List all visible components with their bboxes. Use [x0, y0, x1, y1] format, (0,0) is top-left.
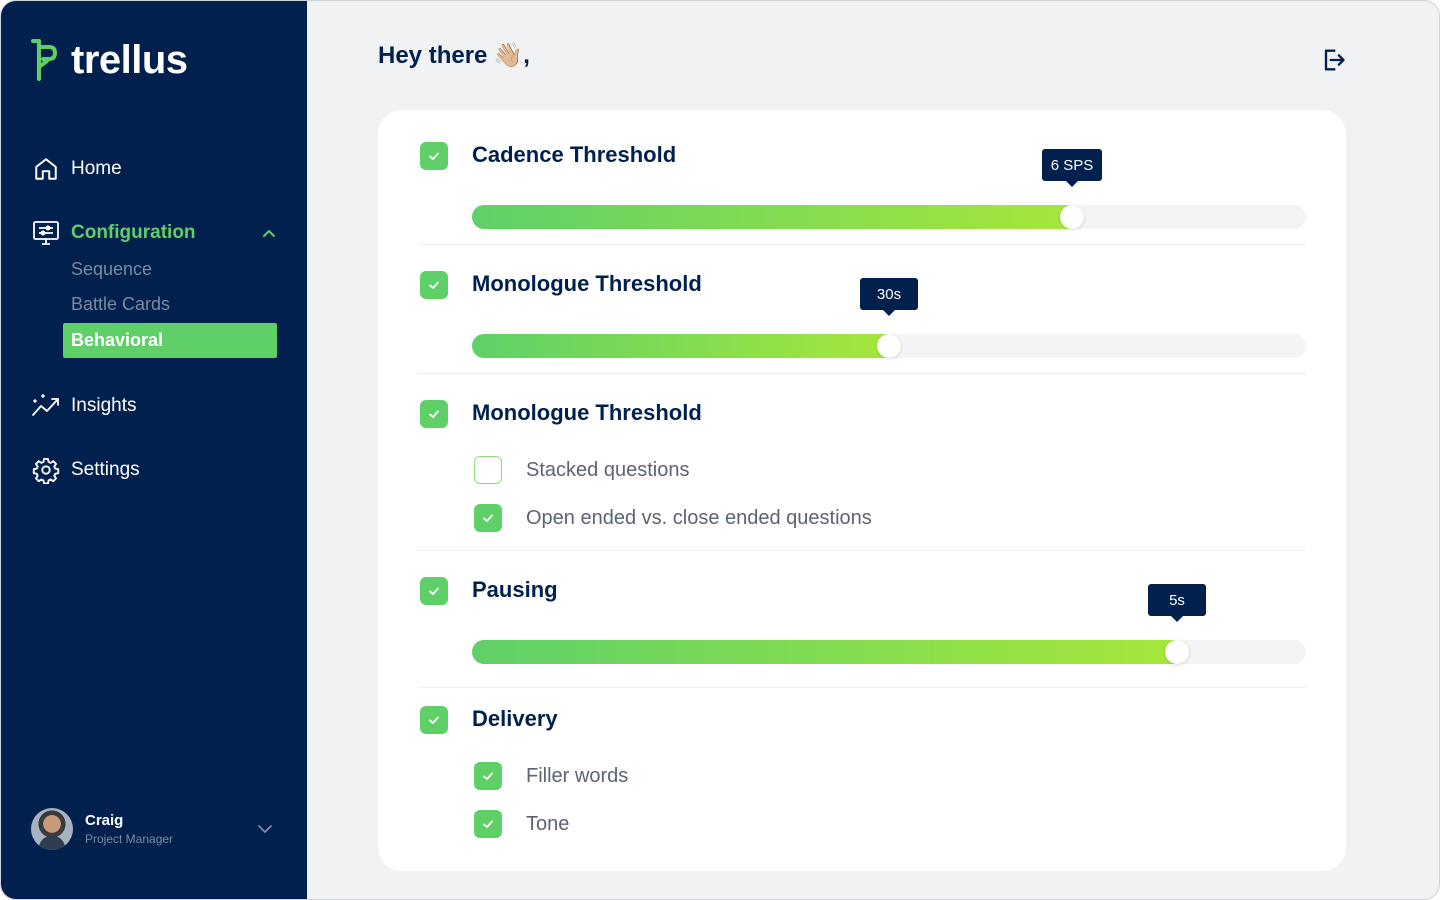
section-title: Monologue Threshold [472, 400, 702, 425]
slider-thumb[interactable] [877, 334, 901, 358]
chart-line-icon [31, 391, 61, 421]
slider-fill [472, 640, 1189, 664]
greeting-punctuation: , [523, 41, 530, 69]
home-icon [31, 154, 61, 184]
sidebar-subitem-battle-cards[interactable]: Battle Cards [71, 294, 170, 315]
check-icon [429, 410, 439, 418]
option-checkbox[interactable] [474, 504, 502, 532]
option-checkbox[interactable] [474, 456, 502, 484]
section-checkbox[interactable] [420, 400, 448, 428]
slider-value-tooltip: 6 SPS [1042, 149, 1102, 187]
section-checkbox[interactable] [420, 142, 448, 170]
check-icon [429, 281, 439, 289]
check-icon [483, 514, 493, 522]
monitor-sliders-icon [31, 218, 61, 248]
section-checkbox[interactable] [420, 577, 448, 605]
slider-value-tooltip: 30s [860, 278, 918, 316]
section-delivery: Delivery Filler words Tone [418, 706, 1306, 846]
sidebar-item-configuration[interactable]: Configuration [31, 218, 196, 248]
check-icon [483, 820, 493, 828]
option-checkbox[interactable] [474, 762, 502, 790]
section-title: Delivery [472, 706, 558, 731]
sidebar-subitem-behavioral[interactable]: Behavioral [63, 323, 277, 358]
threshold-slider[interactable]: 30s [472, 278, 1306, 358]
page-greeting: Hey there 👋🏼 , [378, 41, 530, 70]
waving-hand-icon: 👋🏼 [493, 42, 524, 69]
brand-logo[interactable]: trellus [29, 37, 188, 83]
check-icon [483, 772, 493, 780]
slider-value-tooltip: 5s [1148, 584, 1206, 622]
section-title: Cadence Threshold [472, 142, 677, 167]
sidebar-item-label: Insights [71, 395, 137, 416]
section-pausing: Pausing 5s [418, 577, 1306, 667]
chevron-down-icon[interactable] [255, 819, 275, 839]
user-profile[interactable]: Craig Project Manager [31, 808, 173, 850]
option-label: Stacked questions [526, 458, 690, 481]
behavioral-settings-card: Cadence Threshold 6 SPS Monologue Thresh… [378, 110, 1346, 871]
logout-icon[interactable] [1319, 46, 1347, 74]
option-label: Open ended vs. close ended questions [526, 506, 872, 529]
option-tone[interactable]: Tone [474, 810, 569, 838]
sidebar-item-label: Home [71, 158, 122, 179]
user-name: Craig [85, 812, 124, 829]
gear-icon [31, 455, 61, 485]
option-open-vs-closed-questions[interactable]: Open ended vs. close ended questions [474, 504, 872, 532]
threshold-slider[interactable]: 6 SPS [472, 149, 1306, 229]
check-icon [429, 152, 439, 160]
sidebar-item-home[interactable]: Home [31, 154, 122, 184]
slider-fill [472, 334, 901, 358]
section-checkbox[interactable] [420, 271, 448, 299]
user-role: Project Manager [85, 832, 174, 846]
sidebar: trellus Home Configuration Sequence Batt… [1, 1, 307, 899]
option-stacked-questions[interactable]: Stacked questions [474, 456, 689, 484]
section-title: Monologue Threshold [472, 271, 702, 296]
sidebar-item-label: Settings [71, 459, 140, 480]
chevron-up-icon[interactable] [259, 223, 279, 243]
slider-thumb[interactable] [1165, 640, 1189, 664]
brand-name: trellus [71, 38, 188, 82]
section-monologue-questions: Monologue Threshold Stacked questions Op… [418, 400, 1306, 532]
sidebar-item-settings[interactable]: Settings [31, 455, 140, 485]
option-checkbox[interactable] [474, 810, 502, 838]
slider-thumb[interactable] [1060, 205, 1084, 229]
divider [418, 244, 1306, 245]
avatar [31, 808, 73, 850]
option-label: Filler words [526, 764, 629, 787]
option-filler-words[interactable]: Filler words [474, 762, 628, 790]
threshold-slider[interactable]: 5s [472, 584, 1306, 664]
sidebar-item-insights[interactable]: Insights [31, 391, 136, 421]
option-label: Tone [526, 812, 570, 835]
section-monologue-threshold: Monologue Threshold 30s [418, 271, 1306, 361]
divider [418, 550, 1306, 551]
slider-fill [472, 205, 1084, 229]
check-icon [429, 716, 439, 724]
divider [418, 687, 1306, 688]
greeting-text: Hey there [378, 41, 488, 69]
sidebar-item-label: Configuration [71, 222, 196, 243]
check-icon [429, 587, 439, 595]
sidebar-subitem-sequence[interactable]: Sequence [71, 259, 152, 280]
trellus-logo-icon [31, 39, 57, 81]
app-window: trellus Home Configuration Sequence Batt… [0, 0, 1440, 900]
section-cadence-threshold: Cadence Threshold 6 SPS [418, 142, 1306, 232]
section-title: Pausing [472, 577, 558, 602]
divider [418, 373, 1306, 374]
section-checkbox[interactable] [420, 706, 448, 734]
